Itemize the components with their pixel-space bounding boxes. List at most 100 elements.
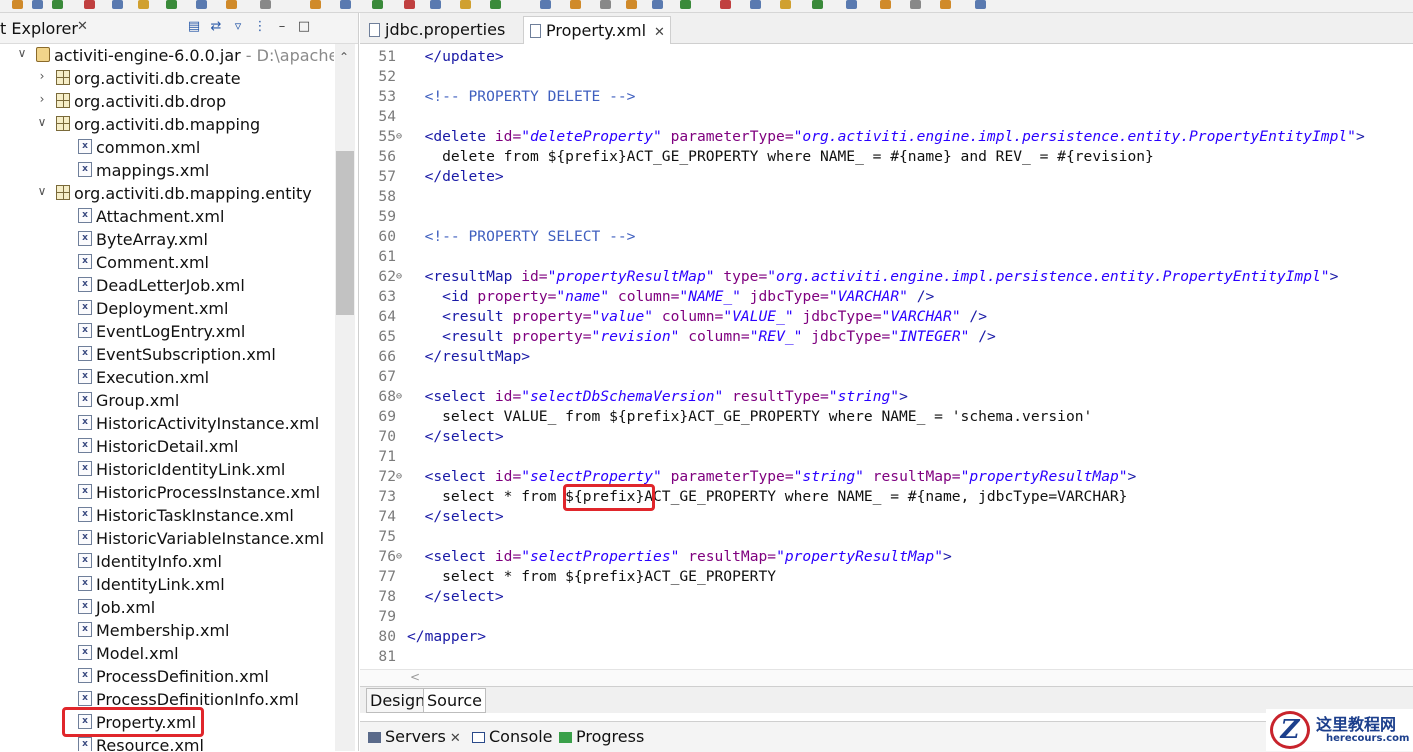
tree-item[interactable]: x Membership.xml — [0, 619, 334, 642]
tab-design[interactable]: Design — [366, 688, 430, 713]
toolbar-button-icon[interactable] — [196, 0, 207, 9]
toolbar-button-icon[interactable] — [812, 0, 823, 9]
scroll-left-icon[interactable]: < — [410, 670, 420, 684]
scroll-up-icon[interactable]: ⌃ — [339, 50, 349, 64]
tree-item[interactable]: x HistoricVariableInstance.xml — [0, 527, 334, 550]
toolbar-button-icon[interactable] — [940, 0, 951, 9]
view-menu-icon[interactable]: ⋮ — [252, 19, 268, 35]
tab-property-xml[interactable]: Property.xml ✕ — [523, 16, 671, 44]
tree-item[interactable]: x HistoricProcessInstance.xml — [0, 481, 334, 504]
tab-servers[interactable]: Servers ✕ — [368, 727, 461, 746]
tab-console[interactable]: Console — [472, 727, 553, 746]
code-line[interactable]: 81 — [360, 647, 1413, 667]
tree-item[interactable]: x HistoricIdentityLink.xml — [0, 458, 334, 481]
toolbar-button-icon[interactable] — [340, 0, 351, 9]
collapse-arrow-icon[interactable]: ∨ — [36, 184, 48, 198]
code-line[interactable]: 57 </delete> — [360, 167, 1413, 187]
code-line[interactable]: 77 select * from ${prefix}ACT_GE_PROPERT… — [360, 567, 1413, 587]
fold-toggle-icon[interactable]: ⊖ — [396, 467, 402, 487]
toolbar-button-icon[interactable] — [680, 0, 691, 9]
toolbar-button-icon[interactable] — [138, 0, 149, 9]
tree-item[interactable]: x IdentityInfo.xml — [0, 550, 334, 573]
toolbar-button-icon[interactable] — [570, 0, 581, 9]
code-line[interactable]: 61 — [360, 247, 1413, 267]
code-line[interactable]: 72 ⊖ <select id="selectProperty" paramete… — [360, 467, 1413, 487]
tree-item[interactable]: x Deployment.xml — [0, 297, 334, 320]
fold-toggle-icon[interactable]: ⊖ — [396, 547, 402, 567]
code-line[interactable]: 79 — [360, 607, 1413, 627]
collapse-all-icon[interactable]: ▤ — [186, 19, 202, 35]
fold-toggle-icon[interactable]: ⊖ — [396, 127, 402, 147]
tree-item[interactable]: x Group.xml — [0, 389, 334, 412]
toolbar-button-icon[interactable] — [112, 0, 123, 9]
tree-item[interactable]: › org.activiti.db.create — [0, 67, 334, 90]
tree-item[interactable]: x EventLogEntry.xml — [0, 320, 334, 343]
code-line[interactable]: 53 <!-- PROPERTY DELETE --> — [360, 87, 1413, 107]
tree-item[interactable]: x HistoricActivityInstance.xml — [0, 412, 334, 435]
code-line[interactable]: 73 select * from ${prefix}ACT_GE_PROPERT… — [360, 487, 1413, 507]
toolbar-button-icon[interactable] — [780, 0, 791, 9]
code-line[interactable]: 54 — [360, 107, 1413, 127]
code-line[interactable]: 70 </select> — [360, 427, 1413, 447]
tree-item[interactable]: x ByteArray.xml — [0, 228, 334, 251]
tab-progress[interactable]: Progress — [559, 727, 644, 746]
tree-item[interactable]: ∨ org.activiti.db.mapping.entity — [0, 182, 334, 205]
tree-item[interactable]: x Comment.xml — [0, 251, 334, 274]
tree-item[interactable]: ∨ org.activiti.db.mapping — [0, 113, 334, 136]
tree-item[interactable]: x common.xml — [0, 136, 334, 159]
code-editor[interactable]: 51 </update> 52 53 <!-- PROPERTY DELETE --… — [360, 44, 1413, 669]
tab-jdbc-properties[interactable]: jdbc.properties — [363, 16, 523, 43]
filter-icon[interactable]: ▿ — [230, 19, 246, 35]
toolbar-button-icon[interactable] — [226, 0, 237, 9]
code-line[interactable]: 56 delete from ${prefix}ACT_GE_PROPERTY … — [360, 147, 1413, 167]
code-line[interactable]: 69 select VALUE_ from ${prefix}ACT_GE_PR… — [360, 407, 1413, 427]
toolbar-button-icon[interactable] — [372, 0, 383, 9]
code-line[interactable]: 68 ⊖ <select id="selectDbSchemaVersion" r… — [360, 387, 1413, 407]
toolbar-button-icon[interactable] — [626, 0, 637, 9]
explorer-close-icon[interactable]: ✕ — [77, 19, 88, 34]
toolbar-button-icon[interactable] — [540, 0, 551, 9]
link-editor-icon[interactable]: ⇄ — [208, 19, 224, 35]
code-line[interactable]: 60 <!-- PROPERTY SELECT --> — [360, 227, 1413, 247]
toolbar-button-icon[interactable] — [166, 0, 177, 9]
toolbar-button-icon[interactable] — [880, 0, 891, 9]
tab-close-icon[interactable]: ✕ — [450, 731, 461, 746]
code-line[interactable]: 80 </mapper> — [360, 627, 1413, 647]
tree-item[interactable]: ∨ activiti-engine-6.0.0.jar - D:\apache-m… — [0, 44, 334, 67]
toolbar-button-icon[interactable] — [32, 0, 43, 9]
code-line[interactable]: 75 — [360, 527, 1413, 547]
fold-toggle-icon[interactable]: ⊖ — [396, 387, 402, 407]
toolbar-button-icon[interactable] — [652, 0, 663, 9]
minimize-icon[interactable]: – — [274, 19, 290, 35]
code-line[interactable]: 52 — [360, 67, 1413, 87]
tree-item[interactable]: x EventSubscription.xml — [0, 343, 334, 366]
toolbar-button-icon[interactable] — [490, 0, 501, 9]
toolbar-button-icon[interactable] — [846, 0, 857, 9]
toolbar-button-icon[interactable] — [404, 0, 415, 9]
tree-item[interactable]: x IdentityLink.xml — [0, 573, 334, 596]
toolbar-button-icon[interactable] — [910, 0, 921, 9]
toolbar-button-icon[interactable] — [460, 0, 471, 9]
tab-source[interactable]: Source — [423, 688, 486, 713]
toolbar-button-icon[interactable] — [430, 0, 441, 9]
tree-item[interactable]: x HistoricDetail.xml — [0, 435, 334, 458]
tree-item[interactable]: x ProcessDefinition.xml — [0, 665, 334, 688]
tree-item[interactable]: x Attachment.xml — [0, 205, 334, 228]
explorer-title[interactable]: t Explorer — [0, 19, 78, 38]
collapse-arrow-icon[interactable]: ∨ — [36, 115, 48, 129]
collapse-arrow-icon[interactable]: ∨ — [16, 46, 28, 60]
code-line[interactable]: 59 — [360, 207, 1413, 227]
toolbar-button-icon[interactable] — [720, 0, 731, 9]
code-line[interactable]: 74 </select> — [360, 507, 1413, 527]
tree-item[interactable]: x Execution.xml — [0, 366, 334, 389]
code-line[interactable]: 64 <result property="value" column="VALU… — [360, 307, 1413, 327]
toolbar-button-icon[interactable] — [750, 0, 761, 9]
code-line[interactable]: 78 </select> — [360, 587, 1413, 607]
scrollbar-thumb[interactable] — [336, 151, 354, 315]
code-line[interactable]: 76 ⊖ <select id="selectProperties" result… — [360, 547, 1413, 567]
toolbar-button-icon[interactable] — [310, 0, 321, 9]
editor-hscroll[interactable]: < — [360, 669, 1413, 686]
toolbar-button-icon[interactable] — [260, 0, 271, 9]
maximize-icon[interactable]: □ — [296, 19, 312, 35]
tree-item[interactable]: x DeadLetterJob.xml — [0, 274, 334, 297]
